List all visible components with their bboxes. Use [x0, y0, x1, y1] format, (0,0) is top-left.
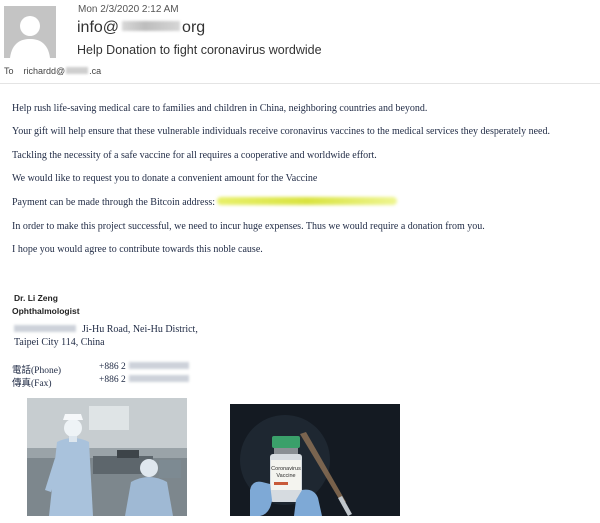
- redacted-phone: [128, 362, 189, 369]
- sender-address-prefix: info@: [77, 19, 120, 36]
- body-paragraph: Tackling the necessity of a safe vaccine…: [12, 150, 377, 161]
- body-paragraph: We would like to request you to donate a…: [12, 173, 318, 184]
- bitcoin-label: Payment can be made through the Bitcoin …: [12, 197, 216, 208]
- redacted-street-number: [14, 325, 76, 332]
- sender-avatar-icon[interactable]: [4, 6, 56, 58]
- body-paragraph: I hope you would agree to contribute tow…: [12, 244, 263, 255]
- body-paragraph: Help rush life-saving medical care to fa…: [12, 103, 428, 114]
- signature-title: Ophthalmologist: [12, 306, 80, 316]
- bitcoin-paragraph: Payment can be made through the Bitcoin …: [12, 197, 398, 208]
- sender-address[interactable]: info@ org: [77, 19, 205, 37]
- recipient-line: To richardd@ .ca: [4, 66, 101, 76]
- vial-label-line-2: Vaccine: [276, 473, 295, 479]
- email-date: Mon 2/3/2020 2:12 AM: [78, 4, 179, 15]
- redacted-recipient-domain: [66, 67, 89, 74]
- to-label: To: [4, 66, 14, 76]
- redacted-bitcoin-address: [217, 197, 398, 205]
- body-paragraph: In order to make this project successful…: [12, 221, 485, 232]
- phone-value: +886 2: [99, 362, 126, 372]
- signature-name: Dr. Li Zeng: [14, 293, 58, 303]
- medical-workers-image: [27, 398, 187, 516]
- fax-label: 傳真(Fax): [12, 379, 52, 389]
- fax-value-wrap: +886 2: [99, 375, 189, 385]
- email-subject: Help Donation to fight coronavirus wordw…: [77, 43, 322, 57]
- email-header: Mon 2/3/2020 2:12 AM info@ org Help Donat…: [0, 0, 600, 86]
- phone-label: 電話(Phone): [12, 366, 62, 376]
- phone-value-wrap: +886 2: [99, 362, 189, 372]
- sender-address-suffix: org: [182, 19, 206, 36]
- recipient-prefix[interactable]: richardd@: [24, 66, 66, 76]
- address-line-1-text: Ji-Hu Road, Nei-Hu District,: [82, 324, 198, 335]
- vial-label-line-1: Coronavirus: [271, 466, 301, 472]
- recipient-suffix: .ca: [89, 66, 102, 76]
- body-paragraph: Your gift will help ensure that these vu…: [12, 126, 550, 137]
- vaccine-vial-image: Coronavirus Vaccine: [230, 404, 400, 516]
- redacted-fax: [128, 375, 189, 382]
- address-line-1: Ji-Hu Road, Nei-Hu District,: [14, 324, 198, 335]
- header-divider: [0, 83, 600, 84]
- address-line-2: Taipei City 114, China: [14, 337, 105, 348]
- redacted-domain: [122, 21, 181, 31]
- fax-value: +886 2: [99, 375, 126, 385]
